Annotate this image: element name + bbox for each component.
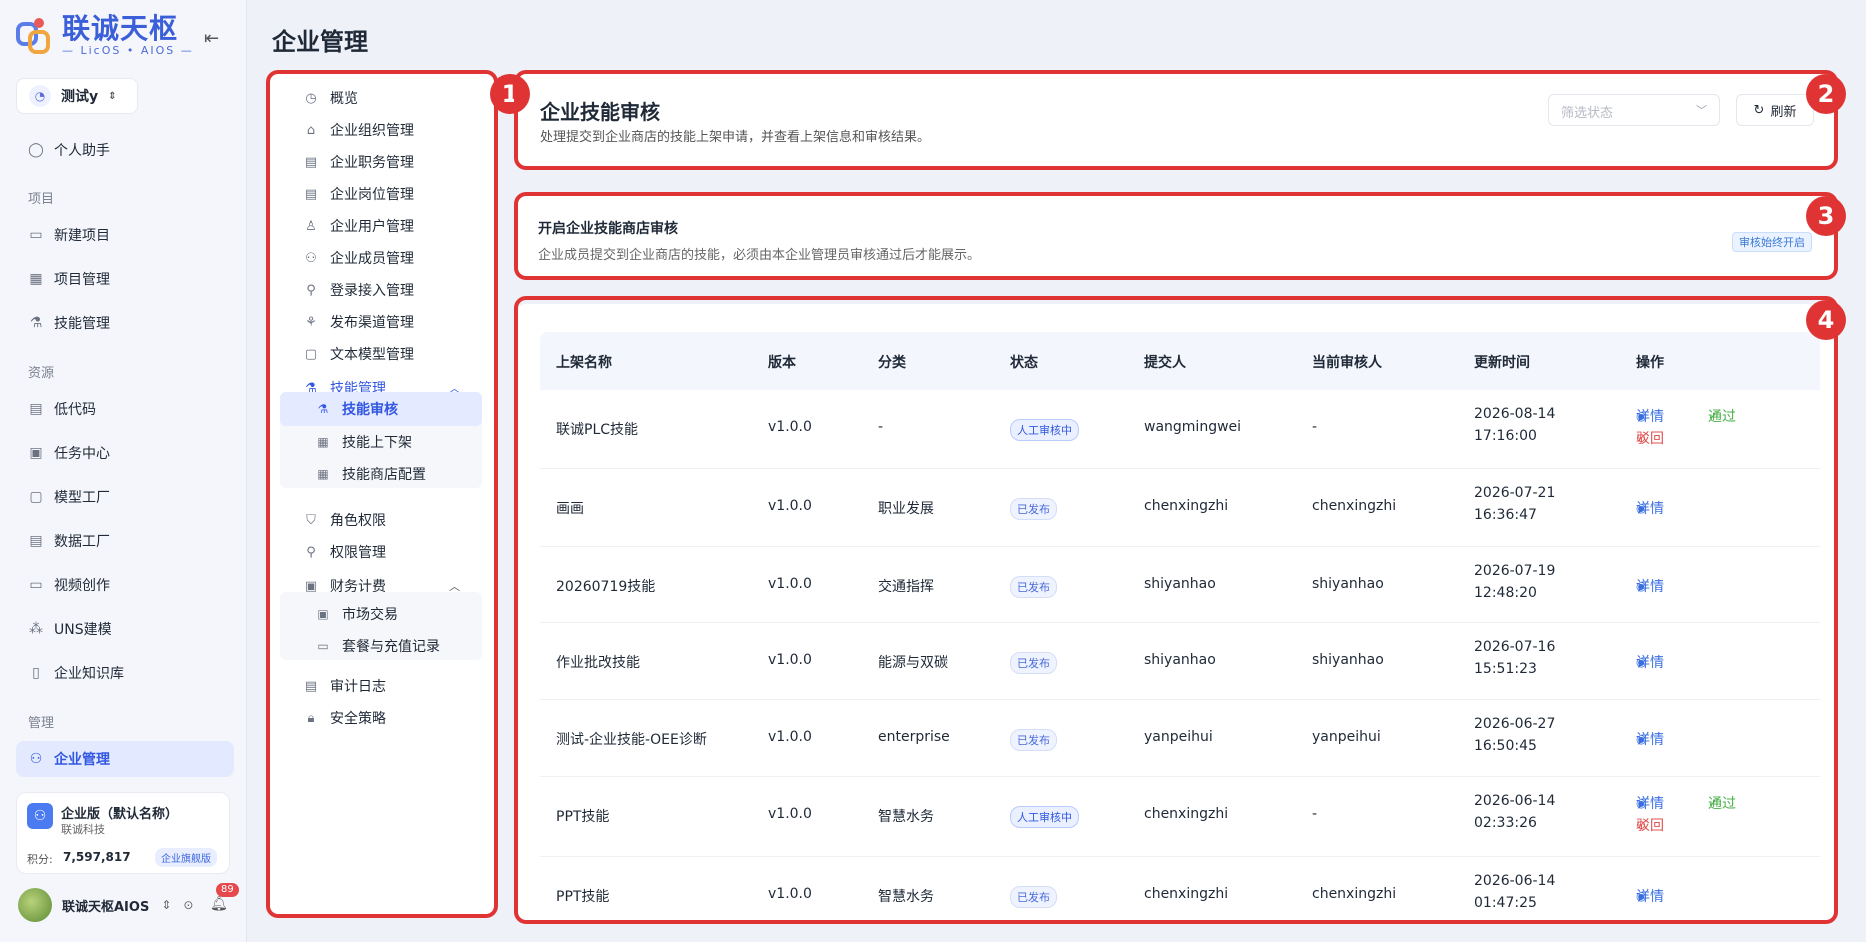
flask-icon: ⚗ bbox=[29, 315, 43, 331]
nav-label: 视频创作 bbox=[54, 578, 110, 594]
nav-label: UNS建模 bbox=[54, 622, 112, 638]
database-icon: ▤ bbox=[29, 533, 43, 549]
nav-uns[interactable]: ⁂ UNS建模 bbox=[28, 617, 112, 641]
nav-label: 低代码 bbox=[54, 402, 96, 418]
nav-low-code[interactable]: ▤ 低代码 bbox=[28, 397, 96, 421]
bell-icon[interactable]: 🔔︎ bbox=[210, 896, 228, 912]
network-icon: ⁂ bbox=[29, 621, 43, 637]
nav-model-factory[interactable]: ▢ 模型工厂 bbox=[28, 485, 110, 509]
nav-project-mgmt[interactable]: ▦ 项目管理 bbox=[28, 267, 110, 291]
annotation-box-2 bbox=[514, 70, 1838, 170]
brand-subtitle: — LicOS • AIOS — bbox=[62, 44, 194, 57]
app-sidebar: 联诚天枢 — LicOS • AIOS — ⇤ ◔ 测试y ⇕ ◯ 个人助手 项目… bbox=[0, 0, 247, 942]
nav-group-resource: 资源 bbox=[28, 366, 55, 381]
nav-label: 项目管理 bbox=[54, 272, 110, 288]
nav-knowledge[interactable]: ▯ 企业知识库 bbox=[28, 661, 124, 685]
code-icon: ▤ bbox=[29, 401, 43, 417]
nav-enterprise-mgmt[interactable]: ⚇ 企业管理 bbox=[16, 741, 234, 777]
nav-label: 任务中心 bbox=[54, 446, 110, 462]
workspace-name: 测试y bbox=[61, 89, 99, 105]
points-label: 积分: bbox=[27, 853, 53, 866]
plan-badge: 企业旗舰版 bbox=[155, 848, 217, 867]
nav-label: 模型工厂 bbox=[54, 490, 110, 506]
page-title: 企业管理 bbox=[272, 28, 368, 56]
nav-label: 个人助手 bbox=[54, 143, 110, 159]
collapse-sidebar-icon[interactable]: ⇤ bbox=[204, 28, 226, 50]
org-name: 企业版（默认名称） bbox=[61, 807, 179, 822]
grid-icon: ▦ bbox=[29, 271, 43, 287]
chat-icon: ◯ bbox=[28, 142, 44, 158]
chevron-updown-icon: ⇕ bbox=[108, 90, 117, 102]
nav-task-center[interactable]: ▣ 任务中心 bbox=[28, 441, 110, 465]
user-name: 联诚天枢AIOS bbox=[62, 899, 150, 915]
nav-group-manage: 管理 bbox=[28, 716, 55, 731]
user-menu[interactable]: 联诚天枢AIOS ⇕ ⊙ bbox=[18, 888, 193, 922]
video-icon: ▭ bbox=[29, 577, 43, 593]
users-icon: ⚇ bbox=[29, 751, 43, 767]
logo-icon bbox=[14, 16, 56, 56]
annotation-box-1 bbox=[266, 70, 498, 918]
org-card[interactable]: ⚇ 企业版（默认名称） 联诚科技 积分: 7,597,817 企业旗舰版 bbox=[16, 792, 230, 874]
monitor-icon: ▭ bbox=[29, 227, 43, 243]
nav-assistant[interactable]: ◯ 个人助手 bbox=[28, 138, 110, 162]
brand-logo[interactable]: 联诚天枢 — LicOS • AIOS — bbox=[14, 14, 194, 57]
annotation-badge-4: 4 bbox=[1806, 300, 1846, 340]
nav-group-project: 项目 bbox=[28, 192, 55, 207]
settings-circle-icon[interactable]: ⊙ bbox=[183, 898, 193, 912]
nav-label: 技能管理 bbox=[54, 316, 110, 332]
org-company: 联诚科技 bbox=[61, 823, 105, 836]
workspace-avatar-icon: ◔ bbox=[29, 85, 51, 107]
annotation-badge-3: 3 bbox=[1806, 196, 1846, 236]
annotation-badge-2: 2 bbox=[1806, 74, 1846, 114]
calendar-icon: ▣ bbox=[29, 445, 43, 461]
book-icon: ▯ bbox=[32, 665, 40, 681]
points-value: 7,597,817 bbox=[63, 850, 131, 864]
chevron-updown-icon: ⇕ bbox=[161, 898, 172, 912]
org-avatar-icon: ⚇ bbox=[27, 803, 53, 829]
notification-badge: 89 bbox=[216, 883, 239, 897]
nav-skill-mgmt[interactable]: ⚗ 技能管理 bbox=[28, 311, 110, 335]
brand-title: 联诚天枢 bbox=[62, 12, 179, 45]
nav-label: 企业管理 bbox=[54, 752, 110, 768]
nav-label: 企业知识库 bbox=[54, 666, 124, 682]
avatar bbox=[18, 888, 52, 922]
workspace-switcher[interactable]: ◔ 测试y ⇕ bbox=[16, 78, 138, 114]
annotation-box-4 bbox=[514, 296, 1838, 924]
robot-icon: ▢ bbox=[29, 489, 43, 505]
nav-label: 新建项目 bbox=[54, 228, 110, 244]
annotation-box-3 bbox=[514, 192, 1838, 280]
nav-data-factory[interactable]: ▤ 数据工厂 bbox=[28, 529, 110, 553]
nav-new-project[interactable]: ▭ 新建项目 bbox=[28, 223, 110, 247]
nav-label: 数据工厂 bbox=[54, 534, 110, 550]
nav-video-create[interactable]: ▭ 视频创作 bbox=[28, 573, 110, 597]
